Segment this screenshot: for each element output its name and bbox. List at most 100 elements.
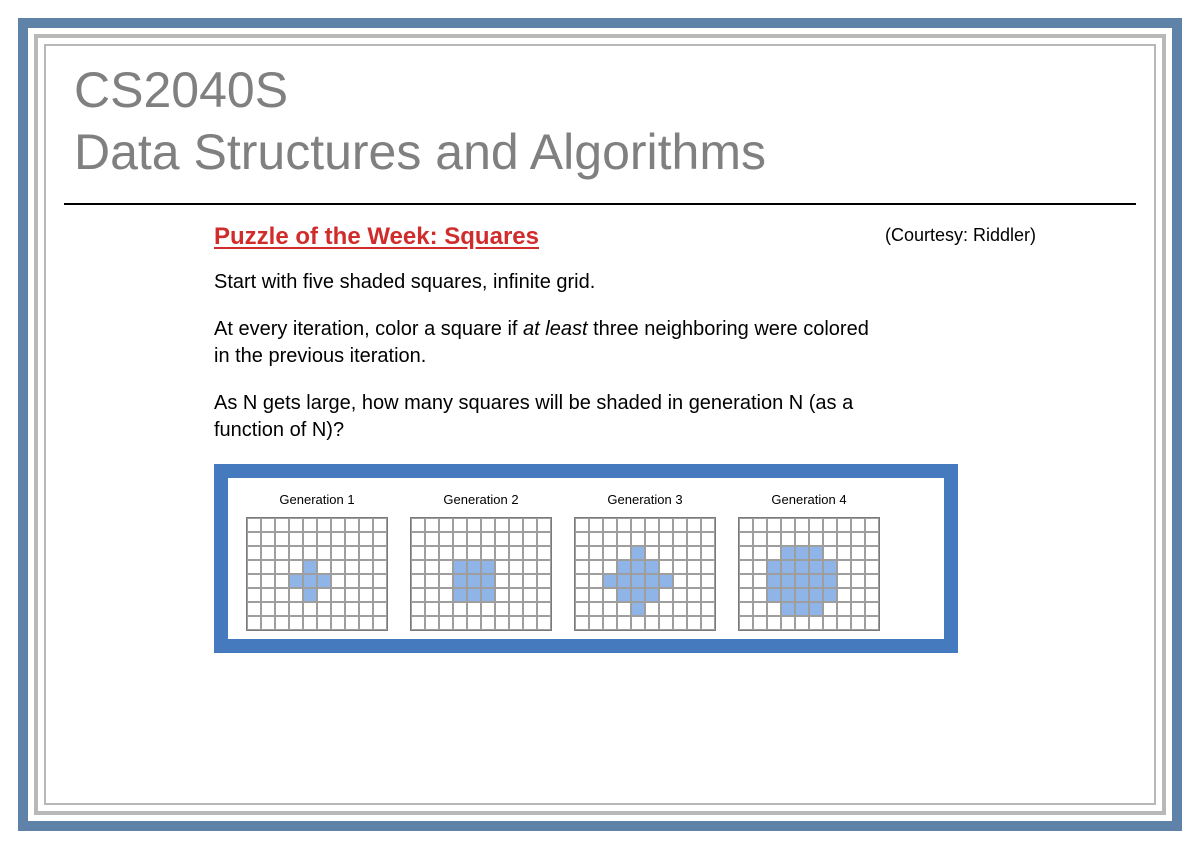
grid-cell — [617, 602, 631, 616]
grid-cell — [359, 518, 373, 532]
grid-cell — [645, 546, 659, 560]
grid-cell — [739, 616, 753, 630]
grid-cell — [247, 546, 261, 560]
grid-cell — [289, 602, 303, 616]
puzzle-title: Puzzle of the Week: Squares — [214, 223, 539, 251]
grid-cell — [603, 588, 617, 602]
grid-cell — [809, 518, 823, 532]
grid-cell — [851, 616, 865, 630]
grid-cell — [317, 588, 331, 602]
grid-cell — [823, 588, 837, 602]
grid-cell — [523, 560, 537, 574]
grid-cell — [767, 602, 781, 616]
grid-cell — [359, 532, 373, 546]
generation-label: Generation 4 — [771, 492, 846, 507]
grid-cell — [453, 574, 467, 588]
grid-cell — [481, 546, 495, 560]
grid-cell — [373, 546, 387, 560]
grid-cell — [509, 546, 523, 560]
grid-cell — [359, 560, 373, 574]
grid-cell — [439, 616, 453, 630]
grid-cell — [467, 616, 481, 630]
puzzle-line-1: Start with five shaded squares, infinite… — [214, 269, 874, 296]
grid-cell — [701, 616, 715, 630]
grid-cell — [345, 574, 359, 588]
slide-border-outer: CS2040S Data Structures and Algorithms P… — [18, 18, 1182, 831]
grid-cell — [523, 616, 537, 630]
grid-cell — [631, 518, 645, 532]
grid-cell — [767, 574, 781, 588]
grid-cell — [631, 532, 645, 546]
grid-cell — [795, 588, 809, 602]
grid-cell — [439, 588, 453, 602]
grid-cell — [467, 560, 481, 574]
grid-cell — [795, 518, 809, 532]
grid-cell — [331, 602, 345, 616]
header: CS2040S Data Structures and Algorithms — [74, 56, 1126, 197]
grid-cell — [687, 518, 701, 532]
grid-cell — [603, 602, 617, 616]
grid-cell — [739, 588, 753, 602]
grid-cell — [753, 588, 767, 602]
grid-cell — [331, 588, 345, 602]
grid-cell — [467, 588, 481, 602]
grid-cell — [589, 616, 603, 630]
grid-cell — [453, 532, 467, 546]
grid-cell — [659, 518, 673, 532]
grid-cell — [509, 518, 523, 532]
grid-cell — [659, 602, 673, 616]
generation-grid — [738, 517, 880, 631]
grid-cell — [359, 588, 373, 602]
grid-cell — [275, 532, 289, 546]
puzzle-line-2-em: at least — [523, 318, 587, 340]
grid-cell — [317, 602, 331, 616]
grid-cell — [795, 602, 809, 616]
grid-cell — [809, 546, 823, 560]
grid-cell — [373, 532, 387, 546]
grid-cell — [373, 574, 387, 588]
grid-cell — [575, 588, 589, 602]
grid-cell — [411, 616, 425, 630]
grid-cell — [289, 560, 303, 574]
grid-cell — [331, 532, 345, 546]
grid-cell — [495, 546, 509, 560]
grid-cell — [617, 546, 631, 560]
course-code: CS2040S — [74, 60, 1126, 120]
grid-cell — [589, 518, 603, 532]
generation-row: Generation 1Generation 2Generation 3Gene… — [246, 492, 926, 631]
grid-cell — [809, 574, 823, 588]
grid-cell — [837, 532, 851, 546]
puzzle-header-row: Puzzle of the Week: Squares (Courtesy: R… — [214, 223, 1046, 251]
grid-cell — [247, 560, 261, 574]
grid-cell — [673, 574, 687, 588]
grid-cell — [865, 602, 879, 616]
grid-cell — [795, 560, 809, 574]
grid-cell — [701, 574, 715, 588]
grid-cell — [317, 616, 331, 630]
grid-cell — [767, 546, 781, 560]
grid-cell — [575, 546, 589, 560]
grid-cell — [247, 602, 261, 616]
grid-cell — [659, 532, 673, 546]
grid-cell — [537, 546, 551, 560]
grid-cell — [631, 602, 645, 616]
grid-cell — [837, 546, 851, 560]
grid-cell — [275, 574, 289, 588]
grid-cell — [809, 560, 823, 574]
grid-cell — [687, 602, 701, 616]
grid-cell — [809, 532, 823, 546]
grid-cell — [425, 616, 439, 630]
grid-cell — [617, 532, 631, 546]
grid-cell — [425, 602, 439, 616]
generation-block-1: Generation 1 — [246, 492, 388, 631]
grid-cell — [439, 602, 453, 616]
grid-cell — [523, 518, 537, 532]
grid-cell — [823, 518, 837, 532]
grid-cell — [523, 588, 537, 602]
grid-cell — [481, 588, 495, 602]
grid-cell — [373, 518, 387, 532]
grid-cell — [495, 574, 509, 588]
grid-cell — [481, 532, 495, 546]
grid-cell — [659, 588, 673, 602]
grid-cell — [509, 574, 523, 588]
